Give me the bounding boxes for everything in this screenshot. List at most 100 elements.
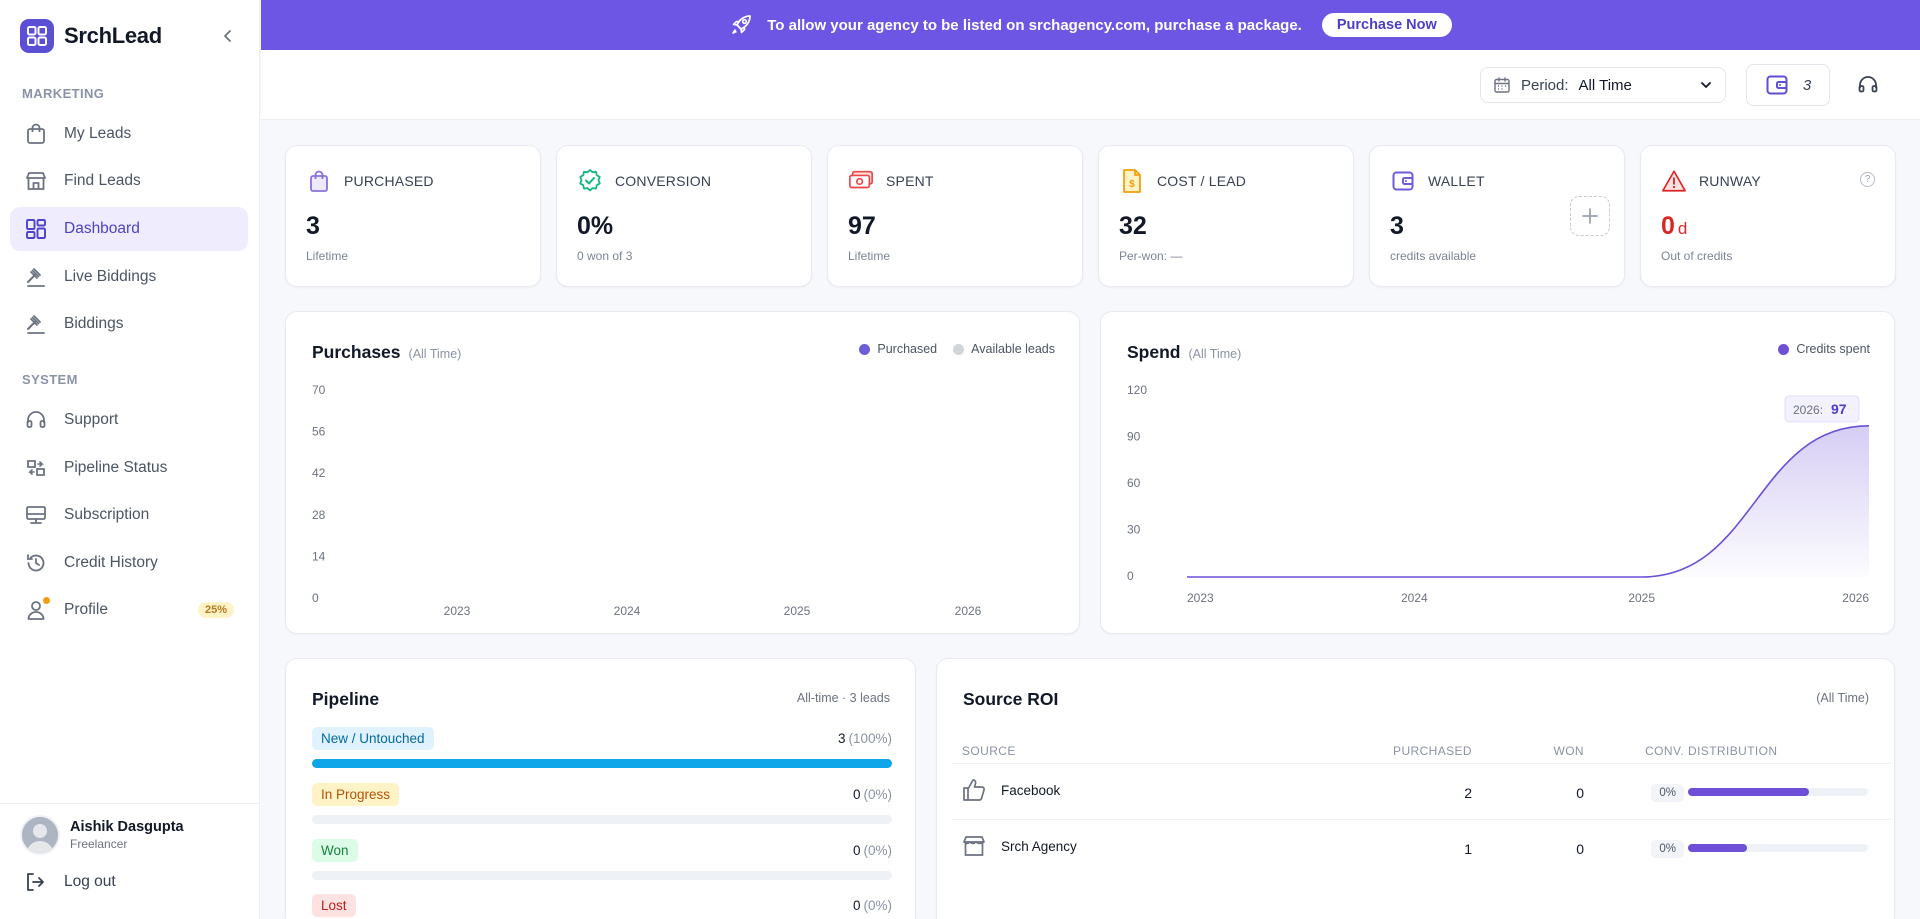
wallet-count: 3 [1802, 76, 1812, 94]
kpi-value: 0% [577, 212, 614, 240]
sidebar-item-pipeline-status[interactable]: Pipeline Status [10, 446, 248, 490]
sidebar-item-find-leads[interactable]: Find Leads [10, 159, 248, 203]
banner-text: To allow your agency to be listed on src… [767, 16, 1302, 34]
period-value: All Time [1578, 76, 1632, 94]
x-tick-label: 2026 [1842, 591, 1869, 605]
distribution-fill [1688, 788, 1809, 796]
nav-section-system: SYSTEM [22, 372, 78, 387]
spend-panel: Spend (All Time) Credits spent 120 90 60 30 0… [1100, 311, 1895, 634]
sidebar-item-profile[interactable]: Profile 25% [10, 588, 248, 632]
table-row[interactable]: Facebook 2 0 0% [951, 763, 1891, 817]
pipeline-row[interactable]: Lost 0 (0%) [312, 894, 892, 917]
pipeline-meta: All-time · 3 leads [796, 691, 890, 705]
pipeline-count-pct: (0%) [863, 787, 892, 802]
notification-dot [43, 597, 50, 604]
kpi-runway: RUNWAY 0d Out of credits ? [1640, 145, 1896, 287]
y-tick-label: 42 [312, 466, 326, 480]
source-purchased: 1 [1464, 841, 1472, 857]
purchase-now-button[interactable]: Purchase Now [1321, 13, 1452, 37]
support-button[interactable] [1853, 70, 1883, 100]
headset-icon [1858, 76, 1878, 93]
wallet-balance-button[interactable]: 3 [1746, 64, 1830, 106]
gavel-icon [24, 265, 48, 289]
profile-completion-badge: 25% [197, 602, 234, 618]
tooltip-year: 2026: [1793, 403, 1823, 417]
kpi-label: SPENT [886, 173, 934, 189]
sidebar-item-label: Find Leads [64, 172, 141, 189]
period-select[interactable]: Period: All Time [1480, 67, 1726, 103]
sidebar-item-label: Subscription [64, 506, 150, 523]
pipeline-count-value: 0 [852, 787, 861, 802]
sidebar-item-my-leads[interactable]: My Leads [10, 112, 248, 156]
pipeline-progress-track [312, 815, 892, 824]
pipeline-icon [24, 456, 48, 480]
kpi-subtext: credits available [1390, 249, 1477, 263]
sidebar-item-biddings[interactable]: Biddings [10, 302, 248, 346]
pipeline-count: 0 (0%) [853, 898, 892, 913]
kpi-label: CONVERSION [615, 173, 712, 189]
y-tick-label: 70 [312, 383, 326, 397]
source-won: 0 [1576, 841, 1584, 857]
svg-text:$: $ [1129, 179, 1135, 190]
sidebar-item-label: Profile [64, 601, 108, 618]
y-tick-label: 56 [312, 425, 326, 439]
sidebar-item-label: My Leads [64, 125, 132, 142]
logout-button[interactable]: Log out [24, 871, 116, 893]
collapse-sidebar-button[interactable] [216, 24, 240, 48]
sidebar-item-credit-history[interactable]: Credit History [10, 541, 248, 585]
kpi-subtext: 0 won of 3 [577, 249, 633, 263]
pipeline-row[interactable]: New / Untouched 3 (100%) [312, 727, 892, 768]
pipeline-title: Pipeline [312, 689, 380, 709]
pipeline-progress-fill [312, 759, 892, 768]
purchases-panel: Purchases (All Time) Purchased Available … [285, 311, 1080, 634]
kpi-wallet: WALLET 3 credits available [1369, 145, 1625, 287]
kpi-subtext: Lifetime [848, 249, 891, 263]
y-tick-label: 90 [1127, 430, 1141, 444]
wallet-icon [1766, 75, 1788, 95]
brand-name: SrchLead [64, 23, 162, 48]
user-card[interactable]: Aishik Dasgupta Freelancer [20, 815, 240, 855]
pipeline-count-pct: (100%) [848, 731, 892, 746]
sidebar-item-subscription[interactable]: Subscription [10, 493, 248, 537]
kpi-spent: SPENT 97 Lifetime [827, 145, 1083, 287]
sidebar-item-label: Dashboard [64, 220, 140, 237]
spend-tooltip: 2026: 97 [1784, 395, 1860, 423]
add-credits-button[interactable] [1570, 196, 1610, 236]
pipeline-panel: Pipeline All-time · 3 leads New / Untouc… [285, 658, 916, 919]
source-purchased: 2 [1464, 785, 1472, 801]
purchases-chart: 70 56 42 28 14 0 2023 2024 2025 2026 [312, 383, 982, 618]
col-purchased: PURCHASED [1393, 744, 1472, 758]
source-conversion: 0% [1651, 784, 1684, 802]
distribution-fill [1688, 844, 1748, 852]
pipeline-row[interactable]: Won 0 (0%) [312, 839, 892, 880]
money-icon [848, 168, 874, 194]
col-distribution: DISTRIBUTION [1688, 744, 1778, 758]
y-tick-label: 14 [312, 549, 326, 563]
distribution-track [1688, 788, 1868, 796]
pipeline-row[interactable]: In Progress 0 (0%) [312, 783, 892, 824]
pipeline-stage-tag: Lost [312, 894, 356, 917]
table-row[interactable]: Srch Agency 1 0 0% [951, 819, 1891, 873]
kpi-subtext: Out of credits [1661, 249, 1733, 263]
x-tick-label: 2023 [1187, 591, 1214, 605]
sidebar-item-live-biddings[interactable]: Live Biddings [10, 255, 248, 299]
source-name: Srch Agency [1001, 839, 1077, 854]
invoice-dollar-icon: $ [1119, 168, 1145, 194]
subscription-icon [24, 503, 48, 527]
user-icon [24, 597, 50, 622]
rocket-icon [732, 15, 752, 34]
warning-triangle-icon [1661, 168, 1687, 194]
sidebar-item-support[interactable]: Support [10, 398, 248, 442]
x-tick-label: 2025 [1628, 591, 1655, 605]
kpi-label: COST / LEAD [1157, 173, 1247, 189]
chevron-left-icon [224, 30, 231, 42]
kpi-conversion: CONVERSION 0% 0 won of 3 [556, 145, 812, 287]
source-name: Facebook [1001, 783, 1061, 798]
source-conversion: 0% [1651, 840, 1684, 858]
sidebar-item-dashboard[interactable]: Dashboard [10, 207, 248, 251]
help-icon[interactable]: ? [1860, 172, 1875, 187]
storefront-icon [961, 833, 987, 862]
wallet-icon [1390, 168, 1416, 194]
user-name: Aishik Dasgupta [70, 819, 184, 835]
roi-meta: (All Time) [1816, 691, 1869, 705]
